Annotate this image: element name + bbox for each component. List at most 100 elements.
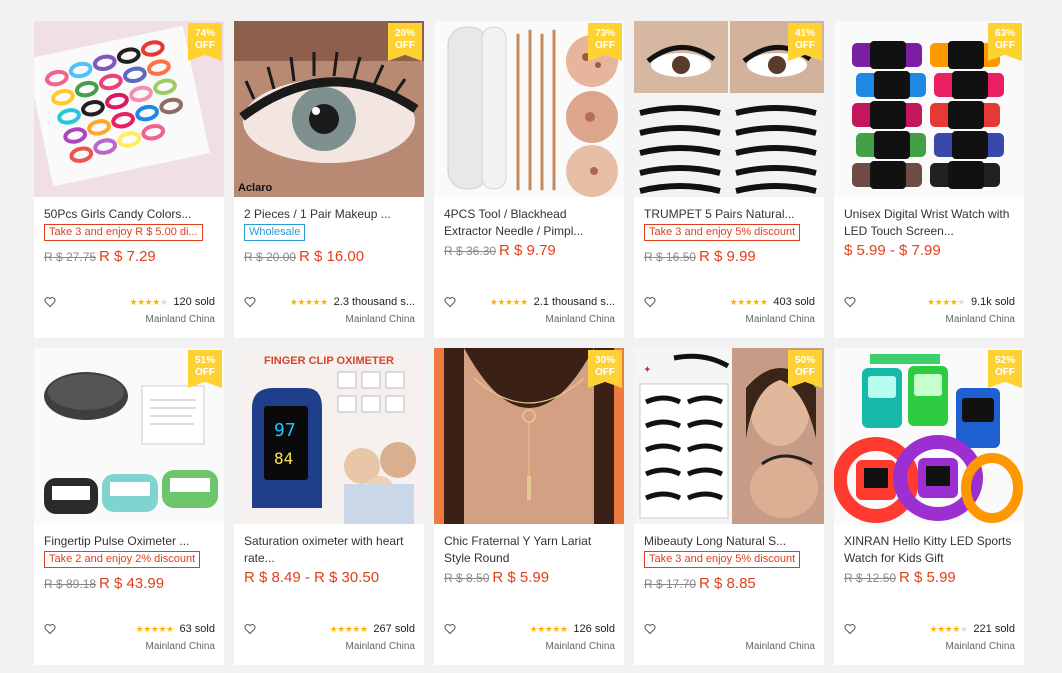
discount-off-label: OFF	[795, 40, 815, 51]
product-title[interactable]: 50Pcs Girls Candy Colors...	[44, 206, 214, 223]
ship-from: Mainland China	[945, 641, 1016, 652]
discount-off-label: OFF	[195, 367, 215, 378]
heart-outline-icon[interactable]	[44, 296, 56, 308]
promo-tag: Take 3 and enjoy 5% discount	[644, 551, 801, 568]
discount-percent: 73%	[594, 28, 615, 39]
rating-stars: ★★★★★	[135, 623, 174, 634]
ship-from: Mainland China	[545, 641, 616, 652]
product-image[interactable]: 74% OFF	[34, 21, 224, 197]
rating-stars: ★★★★★	[489, 296, 528, 307]
sale-price: R $ 8.85	[699, 575, 756, 592]
ship-from: Mainland China	[745, 314, 816, 325]
product-grid: 74% OFF 50Pcs Girls Candy Colors... Take …	[34, 21, 1027, 665]
discount-off-label: OFF	[395, 40, 415, 51]
product-card[interactable]: Aclaro 20% OFF 2 Pieces / 1 Pair Makeup .…	[234, 21, 424, 338]
product-card[interactable]: 63% OFF Unisex Digital Wrist Watch with L…	[834, 21, 1024, 338]
discount-percent: 20%	[394, 28, 415, 39]
heart-outline-icon[interactable]	[644, 623, 656, 635]
price-row: R $ 8.50 R $ 5.99	[444, 568, 614, 588]
product-title[interactable]: 4PCS Tool / Blackhead Extractor Needle /…	[444, 206, 614, 240]
sold-count: 403 sold	[773, 296, 815, 308]
product-image[interactable]: 41% OFF	[634, 21, 824, 197]
product-title[interactable]: Saturation oximeter with heart rate...	[244, 533, 414, 567]
price-row: R $ 27.75 R $ 7.29	[44, 247, 214, 267]
product-card[interactable]: 51% OFF Fingertip Pulse Oximeter ... Take…	[34, 348, 224, 665]
sold-count: 221 sold	[973, 623, 1015, 635]
discount-percent: 30%	[594, 355, 615, 366]
product-title[interactable]: XINRAN Hello Kitty LED Sports Watch for …	[844, 533, 1014, 567]
rating-stars: ★★★★★	[289, 296, 328, 307]
product-title[interactable]: 2 Pieces / 1 Pair Makeup ...	[244, 206, 414, 223]
product-card[interactable]: 74% OFF 50Pcs Girls Candy Colors... Take …	[34, 21, 224, 338]
heart-outline-icon[interactable]	[844, 623, 856, 635]
original-price: R $ 16.50	[644, 250, 697, 264]
sale-price: R $ 9.99	[699, 248, 756, 265]
discount-percent: 52%	[994, 355, 1015, 366]
product-card[interactable]: ✦ 50% OFF Mibeauty Long Natural S... Take…	[634, 348, 824, 665]
sold-count: 9.1k sold	[970, 296, 1015, 308]
discount-off-label: OFF	[595, 367, 615, 378]
product-card[interactable]: 73% OFF 4PCS Tool / Blackhead Extractor N…	[434, 21, 624, 338]
product-card[interactable]: 52% OFF XINRAN Hello Kitty LED Sports Wat…	[834, 348, 1024, 665]
oximeter-pulse-reading: 84	[274, 449, 293, 468]
product-title[interactable]: TRUMPET 5 Pairs Natural...	[644, 206, 814, 223]
discount-off-label: OFF	[995, 367, 1015, 378]
original-price: R $ 8.50	[444, 571, 490, 585]
heart-outline-icon[interactable]	[244, 296, 256, 308]
ship-from: Mainland China	[345, 314, 416, 325]
ship-from: Mainland China	[345, 641, 416, 652]
heart-outline-icon[interactable]	[444, 623, 456, 635]
price-row: R $ 16.50 R $ 9.99	[644, 247, 814, 267]
heart-outline-icon[interactable]	[244, 623, 256, 635]
heart-outline-icon[interactable]	[444, 296, 456, 308]
rating-stars: ★★★★★	[529, 623, 568, 634]
product-image[interactable]: ✦ 50% OFF	[634, 348, 824, 524]
product-title[interactable]: Fingertip Pulse Oximeter ...	[44, 533, 214, 550]
product-image[interactable]: FINGER CLIP OXIMETER 97 84	[234, 348, 424, 524]
promo-tag: Wholesale	[244, 224, 306, 241]
sold-count: 267 sold	[373, 623, 415, 635]
product-card[interactable]: 30% OFF Chic Fraternal Y Yarn Lariat Styl…	[434, 348, 624, 665]
discount-percent: 50%	[794, 355, 815, 366]
rating-stars: ★★★★★	[129, 296, 168, 307]
rating-stars: ★★★★★	[729, 296, 768, 307]
product-image[interactable]: 51% OFF	[34, 348, 224, 524]
promo-tag: Take 3 and enjoy R $ 5.00 di...	[44, 224, 203, 241]
image-headline: FINGER CLIP OXIMETER	[264, 355, 394, 367]
sale-price: R $ 9.79	[499, 242, 556, 259]
oximeter-spo2-reading: 97	[274, 420, 296, 441]
product-title[interactable]: Mibeauty Long Natural S...	[644, 533, 814, 550]
svg-text:✦: ✦	[644, 365, 651, 374]
brand-watermark: Aclaro	[238, 182, 273, 194]
promo-tag: Take 2 and enjoy 2% discount	[44, 551, 201, 568]
product-image[interactable]: Aclaro 20% OFF	[234, 21, 424, 197]
rating-stars: ★★★★★	[929, 623, 968, 634]
rating-stars: ★★★★★	[927, 296, 965, 307]
promo-tag: Take 3 and enjoy 5% discount	[644, 224, 801, 241]
heart-outline-icon[interactable]	[844, 296, 856, 308]
sale-price: R $ 8.49 - R $ 30.50	[244, 569, 380, 586]
sold-count: 120 sold	[173, 296, 215, 308]
ship-from: Mainland China	[745, 641, 816, 652]
sale-price: R $ 7.29	[99, 248, 156, 265]
sale-price: R $ 5.99	[899, 569, 956, 586]
ship-from: Mainland China	[145, 641, 216, 652]
heart-outline-icon[interactable]	[644, 296, 656, 308]
product-title[interactable]: Unisex Digital Wrist Watch with LED Touc…	[844, 206, 1014, 240]
product-image[interactable]: 30% OFF	[434, 348, 624, 524]
product-title[interactable]: Chic Fraternal Y Yarn Lariat Style Round	[444, 533, 614, 567]
discount-off-label: OFF	[195, 40, 215, 51]
discount-off-label: OFF	[595, 40, 615, 51]
product-image[interactable]: 73% OFF	[434, 21, 624, 197]
sold-count: 63 sold	[179, 623, 215, 635]
product-card[interactable]: FINGER CLIP OXIMETER 97 84 Saturation ox…	[234, 348, 424, 665]
price-row: R $ 36.30 R $ 9.79	[444, 241, 614, 261]
product-card[interactable]: 41% OFF TRUMPET 5 Pairs Natural... Take 3…	[634, 21, 824, 338]
heart-outline-icon[interactable]	[44, 623, 56, 635]
discount-percent: 51%	[194, 355, 215, 366]
product-image[interactable]: 63% OFF	[834, 21, 1024, 197]
sold-count: 2.3 thousand s...	[333, 296, 415, 308]
sale-price: R $ 5.99	[492, 569, 550, 586]
product-image[interactable]: 52% OFF	[834, 348, 1024, 524]
discount-percent: 74%	[194, 28, 215, 39]
